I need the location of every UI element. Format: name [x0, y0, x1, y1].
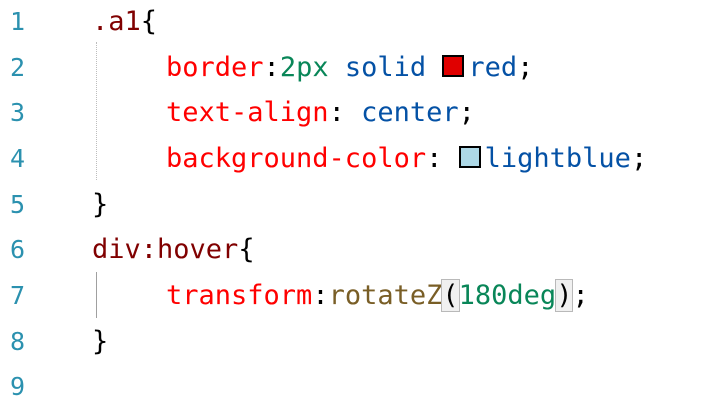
code-line-4[interactable]: background-color: lightblue; [166, 141, 647, 177]
code-line-5[interactable]: } [92, 187, 108, 223]
css-function: rotateZ [328, 280, 443, 311]
code-line-7[interactable]: transform:rotateZ(180deg); [166, 278, 589, 314]
css-value-color: lightblue [484, 143, 631, 174]
code-line-1[interactable]: .a1{ [92, 4, 157, 40]
color-swatch-icon[interactable] [442, 55, 465, 77]
code-line-3[interactable]: text-align: center; [166, 95, 475, 131]
css-property: transform [166, 280, 313, 311]
indent-guide [96, 42, 97, 180]
semicolon: ; [630, 143, 648, 174]
colon: : [328, 97, 345, 128]
code-line-6[interactable]: div:hover{ [92, 232, 255, 268]
close-paren-match: ) [555, 279, 574, 312]
css-property: border [166, 52, 264, 83]
code-line-8[interactable]: } [92, 324, 108, 360]
close-brace: } [92, 326, 109, 357]
close-brace: } [92, 189, 109, 220]
css-selector: .a1 [92, 6, 141, 37]
css-value-number: 2px [279, 52, 329, 83]
open-brace: { [140, 6, 158, 37]
semicolon: ; [458, 97, 475, 128]
css-value: center [344, 97, 459, 128]
colon: : [426, 143, 443, 174]
semicolon: ; [572, 280, 589, 311]
css-property: background-color [166, 143, 427, 174]
code-line-2[interactable]: border:2px solid red; [166, 50, 533, 86]
line-number: 1 [10, 7, 26, 36]
css-value-number: 180deg [458, 280, 557, 311]
color-swatch-icon[interactable] [458, 146, 481, 168]
css-property: text-align [166, 97, 329, 128]
indent-guide-active [96, 272, 97, 318]
open-paren-match: ( [441, 279, 460, 312]
line-number-gutter: 1 2 3 4 5 6 7 8 9 [0, 0, 60, 398]
line-number: 6 [10, 235, 26, 264]
css-value-color: red [468, 52, 518, 83]
css-selector: div:hover [92, 234, 239, 265]
css-value: solid [328, 52, 443, 83]
code-editor[interactable]: 1 2 3 4 5 6 7 8 9 .a1{ border:2px solid … [0, 0, 725, 398]
colon: : [263, 52, 280, 83]
line-number: 7 [10, 281, 26, 310]
line-number: 3 [10, 98, 26, 127]
line-number: 4 [10, 144, 26, 173]
colon: : [312, 280, 329, 311]
semicolon: ; [517, 52, 534, 83]
line-number: 2 [10, 53, 26, 82]
open-brace: { [238, 234, 255, 265]
line-number: 5 [10, 190, 26, 219]
line-number: 8 [10, 327, 26, 356]
line-number: 9 [10, 372, 26, 398]
